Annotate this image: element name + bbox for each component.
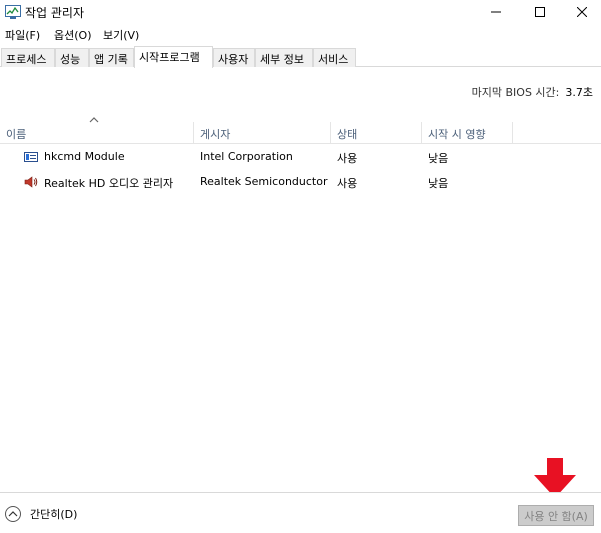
row-publisher: Intel Corporation [200,150,293,163]
title-bar: 작업 관리자 [0,0,601,24]
tab-processes[interactable]: 프로세스 [1,48,55,67]
row-status: 사용 [337,152,358,165]
row-impact: 낮음 [428,152,449,165]
row-name: hkcmd Module [44,150,125,163]
tab-app-history[interactable]: 앱 기록 [89,48,134,67]
menu-view[interactable]: 보기(V) [103,27,139,43]
tab-performance[interactable]: 성능 [55,48,89,67]
minimize-button[interactable] [473,0,519,24]
maximize-icon [535,7,545,17]
disable-button[interactable]: 사용 안 함(A) [518,505,594,526]
close-icon [577,7,587,17]
window-title: 작업 관리자 [25,6,85,20]
chevron-up-icon [5,506,21,522]
column-header-impact[interactable]: 시작 시 영향 [422,122,513,144]
task-manager-icon [5,5,21,19]
column-header-name[interactable]: 이름 [0,122,194,144]
bios-time-value: 3.7초 [565,86,593,99]
menu-options[interactable]: 옵션(O) [54,27,91,43]
row-publisher: Realtek Semiconductor [200,175,328,188]
tab-services[interactable]: 서비스 [313,48,356,67]
row-impact: 낮음 [428,177,449,190]
footer: 간단히(D) 사용 안 함(A) [0,492,601,533]
menu-bar: 파일(F) 옵션(O) 보기(V) [0,24,601,44]
tab-startup[interactable]: 시작프로그램 [134,46,213,68]
bios-time-label: 마지막 BIOS 시간: [471,86,560,99]
column-headers: 이름 게시자 상태 시작 시 영향 [0,122,601,144]
column-header-status[interactable]: 상태 [331,122,422,144]
speaker-icon [24,175,38,189]
tab-bar: 프로세스 성능 앱 기록 시작프로그램 사용자 세부 정보 서비스 [0,46,601,68]
tab-users[interactable]: 사용자 [213,48,255,67]
menu-file[interactable]: 파일(F) [5,27,40,43]
column-header-publisher[interactable]: 게시자 [194,122,331,144]
sort-ascending-icon [88,114,100,123]
maximize-button[interactable] [517,0,563,24]
table-row[interactable]: hkcmd Module Intel Corporation 사용 낮음 [0,145,601,170]
tab-details[interactable]: 세부 정보 [255,48,313,67]
table-row[interactable]: Realtek HD 오디오 관리자 Realtek Semiconductor… [0,170,601,195]
close-button[interactable] [559,0,601,24]
bios-time: 마지막 BIOS 시간: 3.7초 [472,84,593,100]
row-name: Realtek HD 오디오 관리자 [44,177,174,190]
row-status: 사용 [337,177,358,190]
minimize-icon [491,11,501,13]
hkcmd-module-icon [24,150,38,164]
fewer-details-label: 간단히(D) [30,508,78,521]
fewer-details-button[interactable]: 간단히(D) [5,506,77,522]
